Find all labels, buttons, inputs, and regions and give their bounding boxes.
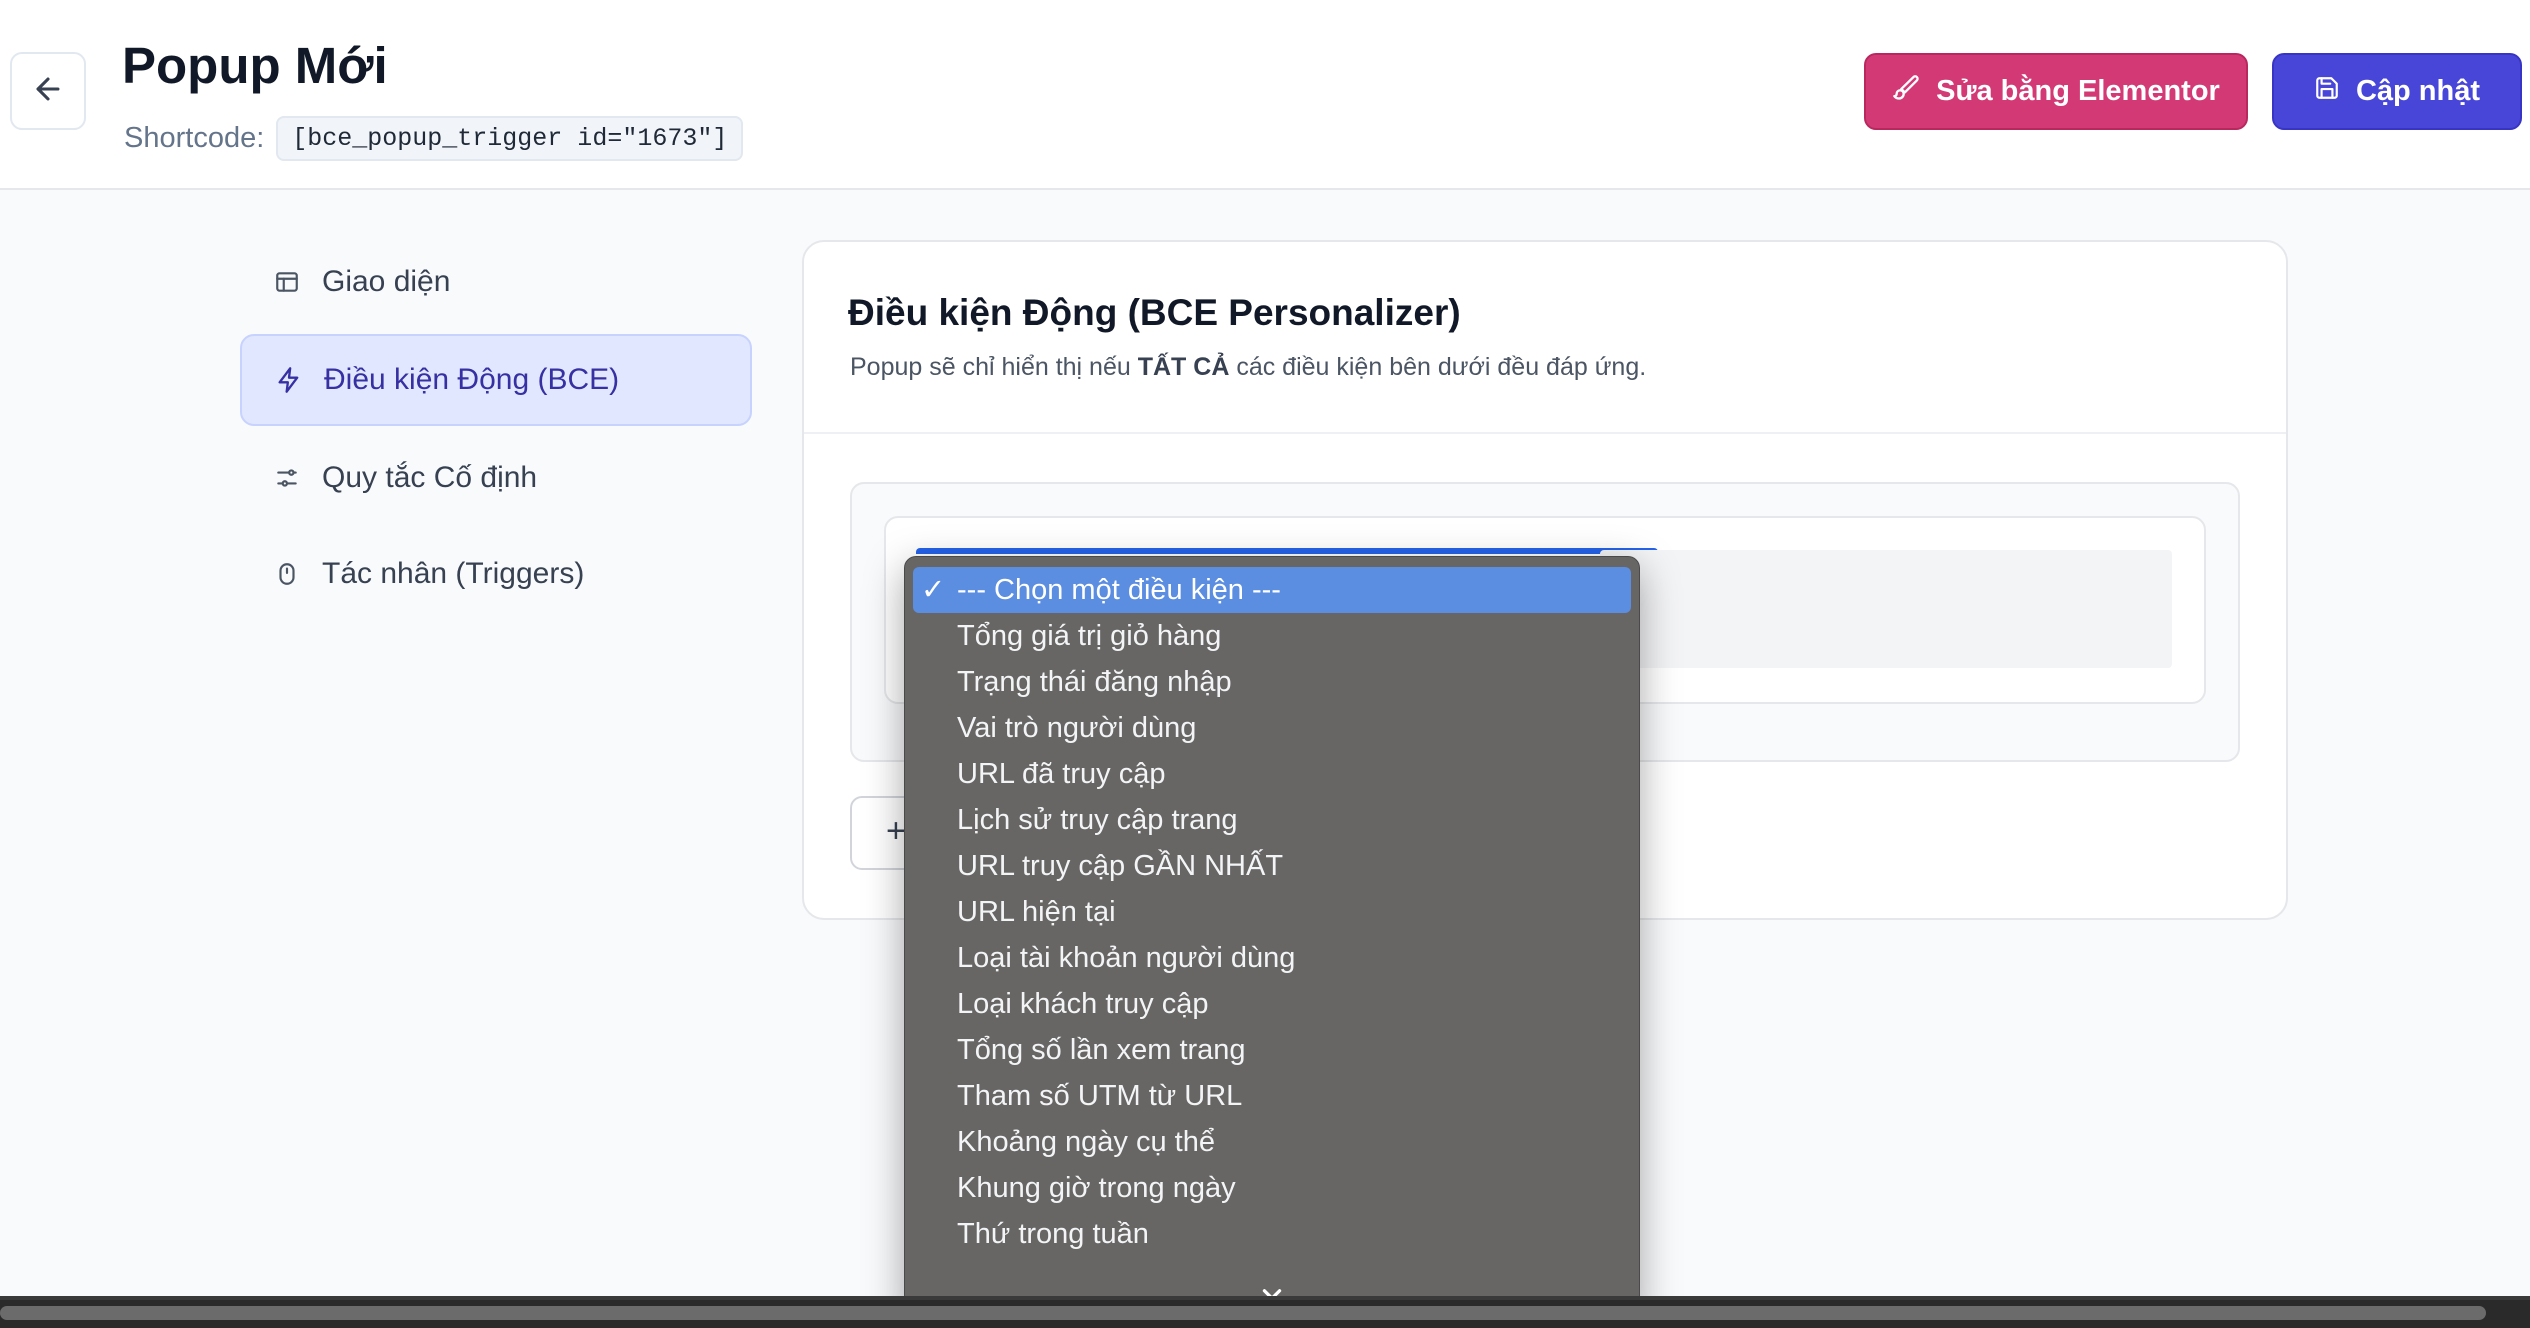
sidebar-item-label: Giao diện: [322, 265, 451, 298]
dropdown-option[interactable]: Loại khách truy cập: [913, 981, 1631, 1027]
dropdown-option[interactable]: URL hiện tại: [913, 889, 1631, 935]
back-button[interactable]: [10, 52, 86, 130]
sidebar-item-giao-dien[interactable]: Giao diện: [240, 236, 752, 328]
page-title: Popup Mới: [122, 37, 388, 94]
condition-dropdown-menu[interactable]: ✓ --- Chọn một điều kiện --- Tổng giá trị…: [904, 556, 1640, 1318]
shortcode-row: Shortcode: [bce_popup_trigger id="1673"]: [124, 116, 744, 161]
shortcode-label: Shortcode:: [124, 122, 265, 154]
dropdown-option[interactable]: URL truy cập GẦN NHẤT: [913, 843, 1631, 889]
brush-icon: [1892, 74, 1920, 110]
dropdown-option[interactable]: Vai trò người dùng: [913, 705, 1631, 751]
zap-icon: [274, 365, 304, 395]
edit-with-elementor-label: Sửa bằng Elementor: [1936, 75, 2220, 107]
dropdown-option[interactable]: Tham số UTM từ URL: [913, 1073, 1631, 1119]
sidebar-item-label: Tác nhân (Triggers): [322, 557, 585, 590]
layout-icon: [272, 267, 302, 297]
desc-after: các điều kiện bên dưới đều đáp ứng.: [1229, 353, 1647, 381]
sliders-icon: [272, 463, 302, 493]
dropdown-option[interactable]: Thứ trong tuần: [913, 1211, 1631, 1257]
dropdown-option[interactable]: Khoảng ngày cụ thể: [913, 1119, 1631, 1165]
dropdown-option[interactable]: URL đã truy cập: [913, 751, 1631, 797]
sidebar-item-tac-nhan[interactable]: Tác nhân (Triggers): [240, 528, 752, 620]
dropdown-option[interactable]: Loại tài khoản người dùng: [913, 935, 1631, 981]
dropdown-option[interactable]: Trạng thái đăng nhập: [913, 659, 1631, 705]
checkmark-icon: ✓: [921, 574, 946, 606]
card-description: Popup sẽ chỉ hiển thị nếu TẤT CẢ các điề…: [850, 353, 1646, 382]
sidebar-item-quy-tac-co-dinh[interactable]: Quy tắc Cố định: [240, 432, 752, 524]
condition-value-panel: [1600, 550, 2172, 668]
scrollbar-thumb[interactable]: [0, 1306, 2486, 1320]
dropdown-option[interactable]: Tổng số lần xem trang: [913, 1027, 1631, 1073]
card-divider: [804, 432, 2286, 434]
dropdown-option-label: --- Chọn một điều kiện ---: [957, 574, 1281, 606]
save-icon: [2314, 75, 2340, 109]
update-button[interactable]: Cập nhật: [2272, 53, 2522, 130]
dropdown-option-list: ✓ --- Chọn một điều kiện --- Tổng giá trị…: [913, 567, 1631, 1257]
edit-with-elementor-button[interactable]: Sửa bằng Elementor: [1864, 53, 2248, 130]
shortcode-value[interactable]: [bce_popup_trigger id="1673"]: [276, 116, 744, 161]
dropdown-option[interactable]: Khung giờ trong ngày: [913, 1165, 1631, 1211]
dropdown-option[interactable]: Tổng giá trị giỏ hàng: [913, 613, 1631, 659]
desc-emphasis: TẤT CẢ: [1137, 353, 1230, 381]
condition-select[interactable]: [916, 548, 1658, 554]
desc-before: Popup sẽ chỉ hiển thị nếu: [850, 353, 1138, 381]
sidebar-item-label: Quy tắc Cố định: [322, 461, 538, 494]
card-title: Điều kiện Động (BCE Personalizer): [848, 292, 1461, 333]
page-header: Popup Mới Shortcode: [bce_popup_trigger …: [0, 0, 2530, 190]
dropdown-option[interactable]: Lịch sử truy cập trang: [913, 797, 1631, 843]
mouse-icon: [272, 559, 302, 589]
arrow-left-icon: [31, 72, 65, 111]
update-label: Cập nhật: [2355, 75, 2481, 107]
sidebar-item-dieu-kien-dong[interactable]: Điều kiện Động (BCE): [240, 334, 752, 426]
dropdown-option-selected[interactable]: ✓ --- Chọn một điều kiện ---: [913, 567, 1631, 613]
sidebar-item-label: Điều kiện Động (BCE): [324, 363, 620, 396]
